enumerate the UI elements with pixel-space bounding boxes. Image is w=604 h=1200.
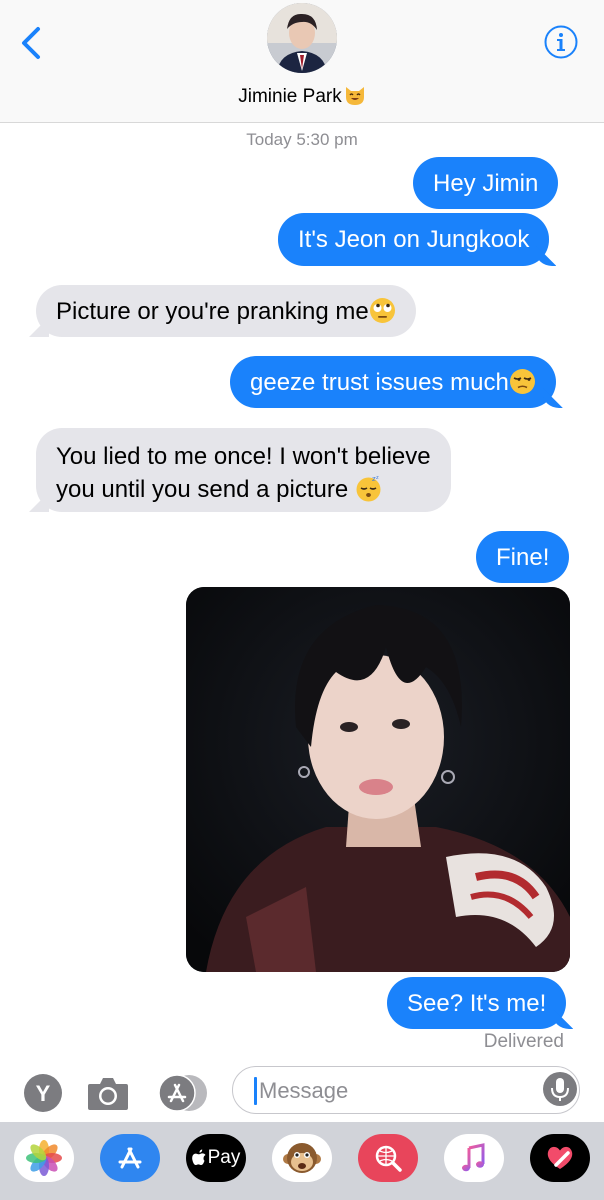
- outgoing-message[interactable]: Hey Jimin: [413, 157, 559, 209]
- microphone-icon: [551, 1078, 569, 1101]
- animoji-monkey-icon: [283, 1143, 321, 1173]
- outgoing-message[interactable]: See? It's me!: [387, 977, 567, 1029]
- message-placeholder: Message: [259, 1078, 349, 1103]
- contact-avatar[interactable]: [267, 3, 337, 73]
- apple-pay-label: Pay: [207, 1147, 241, 1168]
- digital-touch-icon: [547, 1146, 573, 1169]
- text-cursor: [254, 1077, 257, 1105]
- avatar-photo: [267, 3, 337, 73]
- message-text: Hey Jimin: [433, 170, 539, 197]
- message-text: geeze trust issues much: [250, 369, 509, 396]
- y-app-button[interactable]: Y: [24, 1074, 62, 1112]
- web-search-icon: [375, 1145, 402, 1172]
- selfie-photo: [186, 587, 570, 972]
- app-store-app-button[interactable]: [100, 1134, 160, 1182]
- message-text: It's Jeon on Jungkook: [298, 226, 530, 253]
- incoming-message[interactable]: You lied to me once! I won't believe you…: [36, 428, 451, 512]
- outgoing-message[interactable]: It's Jeon on Jungkook: [278, 213, 550, 266]
- message-timestamp: Today 5:30 pm: [246, 130, 358, 149]
- apple-pay-icon: [191, 1149, 206, 1165]
- message-text: See? It's me!: [407, 990, 547, 1017]
- svg-text:Y: Y: [36, 1081, 51, 1106]
- message-input[interactable]: Message: [232, 1066, 580, 1114]
- animoji-app-button[interactable]: [272, 1134, 332, 1182]
- message-text-line-1: You lied to me once! I won't believe: [56, 443, 431, 470]
- smiling-cat-icon: [345, 87, 364, 105]
- app-store-icon: [118, 1147, 142, 1169]
- y-app-icon: Y: [36, 1081, 51, 1106]
- back-button[interactable]: [18, 26, 48, 60]
- message-text: Fine!: [496, 544, 550, 571]
- microphone-button[interactable]: [543, 1072, 577, 1106]
- photos-app-button[interactable]: [14, 1134, 74, 1182]
- sleepy-emoji: z z: [356, 475, 381, 502]
- app-store-icon: [158, 1074, 207, 1112]
- unamused-emoji: [509, 369, 535, 394]
- outgoing-message[interactable]: geeze trust issues much: [230, 356, 556, 408]
- incoming-message[interactable]: Picture or you're pranking me: [36, 285, 416, 337]
- outgoing-message[interactable]: Fine!: [476, 531, 570, 583]
- contact-name-label: Jiminie Park: [238, 86, 342, 107]
- conversation-header: Jiminie Park: [0, 0, 604, 123]
- apple-pay-app-button[interactable]: Pay: [186, 1134, 246, 1182]
- svg-text:z: z: [376, 475, 379, 481]
- info-button[interactable]: [544, 25, 578, 59]
- info-icon: [544, 25, 578, 59]
- message-text-line-2: you until you send a picture z z: [56, 473, 431, 506]
- app-store-button[interactable]: [158, 1074, 207, 1112]
- eye-roll-emoji: [369, 298, 395, 323]
- music-app-button[interactable]: [444, 1134, 504, 1182]
- music-icon: [462, 1143, 485, 1172]
- delivery-status: Delivered: [483, 1031, 564, 1052]
- chevron-left-icon: [22, 27, 40, 59]
- message-text: you until you send a picture: [56, 476, 349, 503]
- camera-icon: [88, 1078, 128, 1110]
- message-text: Picture or you're pranking me: [56, 298, 369, 325]
- camera-button[interactable]: [86, 1074, 130, 1112]
- photos-app-icon: [26, 1140, 62, 1176]
- web-search-app-button[interactable]: [358, 1134, 418, 1182]
- photo-attachment[interactable]: [186, 587, 570, 972]
- digital-touch-app-button[interactable]: [530, 1134, 590, 1182]
- contact-name[interactable]: Jiminie Park: [0, 84, 604, 108]
